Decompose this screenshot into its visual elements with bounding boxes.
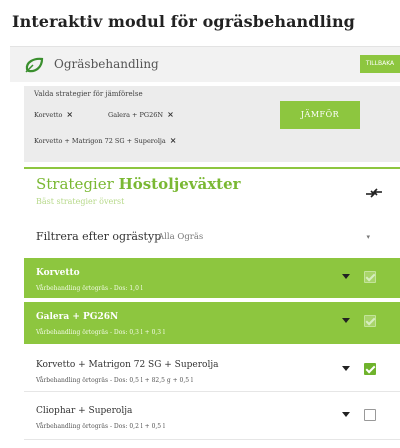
strategy-desc: Vårbehandling örtogräs - Dos: 1,0 l bbox=[36, 285, 143, 292]
remove-chip-icon[interactable]: × bbox=[66, 110, 73, 119]
strategy-name: Galera + PG26N bbox=[36, 312, 119, 322]
strategy-item[interactable]: Cliophar + Superolja Vårbehandling örtog… bbox=[24, 396, 400, 440]
chip-label: Korvetto bbox=[34, 111, 63, 119]
weed-type-select-value: Alla Ogräs bbox=[158, 232, 204, 242]
strategies-title-part2: Höstoljeväxter bbox=[118, 175, 241, 193]
strategy-name: Korvetto bbox=[36, 268, 80, 278]
compare-checkbox[interactable] bbox=[364, 315, 376, 327]
module-header: Ogräsbehandling TILLBAKA bbox=[10, 46, 400, 82]
expand-arrow-icon[interactable] bbox=[342, 412, 350, 417]
chip-label: Korvetto + Matrigon 72 SG + Superolja bbox=[34, 137, 166, 145]
filter-row: Filtrera efter ogrästyp Alla Ogräs ▾ bbox=[24, 220, 400, 254]
module-name: Ogräsbehandling bbox=[54, 57, 159, 71]
strategy-item[interactable]: Galera + PG26N Vårbehandling örtogräs - … bbox=[24, 302, 400, 344]
strategy-desc: Vårbehandling örtogräs - Dos: 0,5 l + 82… bbox=[36, 377, 193, 384]
back-button[interactable]: TILLBAKA bbox=[360, 55, 400, 73]
sort-icon[interactable] bbox=[364, 183, 384, 203]
chevron-down-icon: ▾ bbox=[366, 233, 370, 241]
strategy-desc: Vårbehandling örtogräs - Dos: 0,3 l + 0,… bbox=[36, 329, 165, 336]
section-divider bbox=[24, 167, 400, 169]
weed-type-select[interactable]: Alla Ogräs ▾ bbox=[158, 229, 372, 245]
expand-arrow-icon[interactable] bbox=[342, 366, 350, 371]
compare-checkbox[interactable] bbox=[364, 271, 376, 283]
compare-checkbox[interactable] bbox=[364, 363, 376, 375]
chip-label: Galera + PG26N bbox=[108, 111, 164, 119]
remove-chip-icon[interactable]: × bbox=[170, 136, 177, 145]
strategies-title-part1: Strategier bbox=[36, 175, 114, 193]
chip-korvetto: Korvetto × bbox=[34, 108, 73, 122]
compare-button[interactable]: JÄMFÖR bbox=[280, 101, 360, 129]
strategy-desc: Vårbehandling örtogräs - Dos: 0,2 l + 0,… bbox=[36, 423, 165, 430]
leaf-logo-icon bbox=[25, 57, 44, 73]
strategy-name: Cliophar + Superolja bbox=[36, 406, 133, 416]
strategy-name: Korvetto + Matrigon 72 SG + Superolja bbox=[36, 360, 219, 370]
strategy-item[interactable]: Korvetto + Matrigon 72 SG + Superolja Vå… bbox=[24, 350, 400, 392]
chip-galera: Galera + PG26N × bbox=[108, 108, 174, 122]
chip-korvetto-matrigon: Korvetto + Matrigon 72 SG + Superolja × bbox=[34, 134, 177, 148]
remove-chip-icon[interactable]: × bbox=[167, 110, 174, 119]
compare-checkbox[interactable] bbox=[364, 409, 376, 421]
page-title: Interaktiv modul för ogräsbehandling bbox=[12, 12, 355, 31]
filter-label: Filtrera efter ogrästyp bbox=[36, 230, 162, 243]
strategies-subtitle: Bäst strategier överst bbox=[36, 197, 125, 206]
selected-strategies-label: Valda strategier för jämförelse bbox=[34, 90, 143, 98]
strategies-title: Strategier Höstoljeväxter bbox=[36, 175, 241, 193]
strategy-item[interactable]: Korvetto Vårbehandling örtogräs - Dos: 1… bbox=[24, 258, 400, 298]
expand-arrow-icon[interactable] bbox=[342, 318, 350, 323]
expand-arrow-icon[interactable] bbox=[342, 274, 350, 279]
